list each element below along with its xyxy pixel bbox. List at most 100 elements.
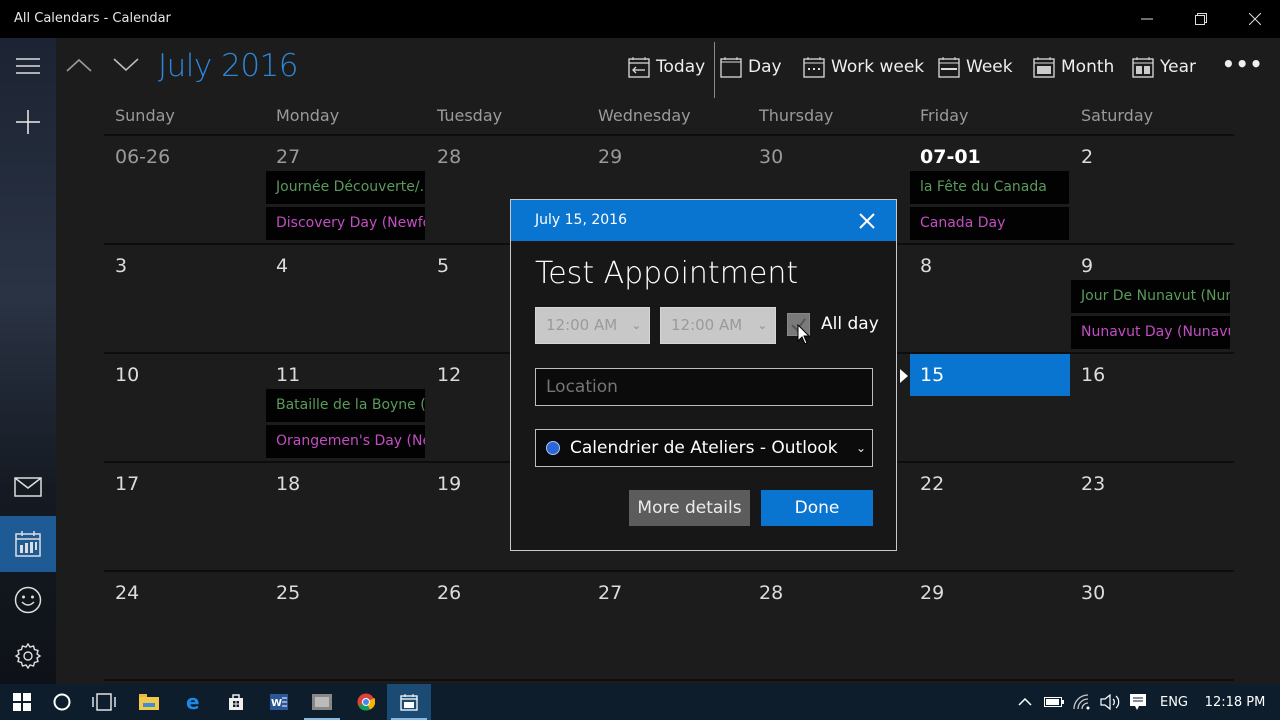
day-number: 22 <box>920 473 945 495</box>
day-cell[interactable]: 23 <box>1070 463 1231 570</box>
chevron-down-icon: ⌄ <box>757 319 767 332</box>
day-cell[interactable]: 4 <box>265 245 426 352</box>
day-number: 07-01 <box>920 146 981 168</box>
restore-button[interactable] <box>1174 0 1228 38</box>
day-number: 9 <box>1081 255 1094 277</box>
search-circle-icon <box>53 693 71 711</box>
day-cell-today[interactable]: 15 <box>900 354 1070 461</box>
store-button[interactable] <box>214 684 258 720</box>
day-cell[interactable]: 29 <box>909 572 1070 679</box>
action-center-button[interactable] <box>1126 684 1150 720</box>
menu-button[interactable] <box>0 38 56 94</box>
next-month-button[interactable] <box>108 50 144 80</box>
chevron-up-icon <box>1018 698 1032 706</box>
dialog-header: July 15, 2016 <box>511 200 896 241</box>
day-cell[interactable]: 8 <box>909 245 1070 352</box>
day-cell[interactable]: 26 <box>426 572 587 679</box>
calendar-event[interactable]: Jour De Nunavut (Nunavut) <box>1071 280 1230 313</box>
day-cell[interactable]: 9 Jour De Nunavut (Nunavut)Nunavut Day (N… <box>1070 245 1231 352</box>
day-view-label: Day <box>748 57 782 77</box>
day-number: 29 <box>598 146 623 168</box>
day-cell[interactable]: 06-26 <box>104 136 265 243</box>
svg-text:e: e <box>186 693 200 711</box>
day-cell[interactable]: 10 <box>104 354 265 461</box>
task-view-button[interactable] <box>82 684 126 720</box>
calendar-event[interactable]: Orangemen's Day (Newfoundland) <box>266 425 425 458</box>
event-title[interactable]: Test Appointment <box>535 256 798 291</box>
battery-button[interactable] <box>1042 684 1066 720</box>
new-event-button[interactable] <box>0 94 56 150</box>
cortana-button[interactable] <box>40 684 84 720</box>
day-number: 28 <box>437 146 462 168</box>
photos-button[interactable] <box>300 684 344 720</box>
month-view-button[interactable]: Month <box>1033 54 1114 80</box>
day-cell[interactable]: 3 <box>104 245 265 352</box>
settings-button[interactable] <box>0 628 56 684</box>
today-label: Today <box>656 57 706 77</box>
day-cell[interactable]: 07-01 la Fête du Canada Canada Day <box>909 136 1070 243</box>
day-cell[interactable]: 18 <box>265 463 426 570</box>
store-icon <box>229 694 243 710</box>
day-cell[interactable]: 27 <box>587 572 748 679</box>
year-view-icon <box>1132 57 1154 78</box>
done-button[interactable]: Done <box>761 490 873 526</box>
calendar-event[interactable]: Journée Découverte/. <box>266 171 425 204</box>
dialog-close-button[interactable] <box>854 208 880 234</box>
week-view-button[interactable]: Week <box>938 54 1013 80</box>
day-number: 06-26 <box>115 146 171 168</box>
day-cell[interactable]: 17 <box>104 463 265 570</box>
calendar-event[interactable]: Discovery Day (Newfoundland) <box>266 207 425 240</box>
calendar-taskbar-button[interactable] <box>387 684 431 720</box>
more-options-button[interactable]: ••• <box>1222 52 1263 76</box>
network-button[interactable] <box>1070 684 1094 720</box>
clock[interactable]: 12:18 PM <box>1200 684 1270 720</box>
word-button[interactable]: W <box>257 684 301 720</box>
calendar-event[interactable]: Nunavut Day (Nunavut) <box>1071 316 1230 349</box>
day-cell[interactable]: 16 <box>1070 354 1231 461</box>
today-button[interactable]: Today <box>628 54 705 80</box>
left-rail <box>0 38 56 684</box>
chrome-button[interactable] <box>344 684 388 720</box>
day-cell[interactable]: 25 <box>265 572 426 679</box>
day-number: 27 <box>276 146 301 168</box>
more-details-button[interactable]: More details <box>629 490 750 526</box>
mail-button[interactable] <box>0 459 56 515</box>
work-week-view-button[interactable]: Work week <box>803 54 924 80</box>
day-number: 16 <box>1081 364 1106 386</box>
day-cell[interactable]: 2 <box>1070 136 1231 243</box>
day-view-icon <box>720 57 742 78</box>
day-header: Sunday <box>115 106 175 125</box>
calendar-event[interactable]: la Fête du Canada <box>910 171 1069 204</box>
calendar-button[interactable] <box>0 516 56 572</box>
end-time-select[interactable]: 12:00 AM ⌄ <box>660 307 776 344</box>
calendar-icon <box>400 694 418 711</box>
day-cell[interactable]: 27 Journée Découverte/. Discovery Day (New… <box>265 136 426 243</box>
day-cell[interactable]: 11 Bataille de la Boyne (Terre-Neuve)Oran… <box>265 354 426 461</box>
minimize-button[interactable] <box>1120 0 1174 38</box>
volume-button[interactable] <box>1098 684 1122 720</box>
svg-text:W: W <box>271 698 282 709</box>
year-view-button[interactable]: Year <box>1132 54 1196 80</box>
close-window-button[interactable] <box>1228 0 1280 38</box>
folder-icon <box>139 694 159 710</box>
calendar-event[interactable]: Canada Day <box>910 207 1069 240</box>
day-cell[interactable]: 22 <box>909 463 1070 570</box>
start-time-select[interactable]: 12:00 AM ⌄ <box>535 307 650 344</box>
day-cell[interactable]: 24 <box>104 572 265 679</box>
location-input[interactable] <box>535 368 873 406</box>
day-cell[interactable]: 28 <box>748 572 909 679</box>
edge-button[interactable]: e <box>171 684 215 720</box>
calendar-select[interactable]: Calendrier de Ateliers - Outlook ⌄ <box>535 429 873 467</box>
start-button[interactable] <box>0 684 44 720</box>
day-number: 30 <box>1081 582 1106 604</box>
show-hidden-icons-button[interactable] <box>1014 684 1036 720</box>
previous-month-button[interactable] <box>61 50 97 80</box>
feedback-button[interactable] <box>0 572 56 628</box>
week-row: 24 25 26 27 28 29 30 <box>104 572 1234 681</box>
day-number: 23 <box>1081 473 1106 495</box>
file-explorer-button[interactable] <box>127 684 171 720</box>
calendar-event[interactable]: Bataille de la Boyne (Terre-Neuve) <box>266 389 425 422</box>
day-cell[interactable]: 30 <box>1070 572 1231 679</box>
day-view-button[interactable]: Day <box>720 54 782 80</box>
language-indicator[interactable]: ENG <box>1156 684 1192 720</box>
